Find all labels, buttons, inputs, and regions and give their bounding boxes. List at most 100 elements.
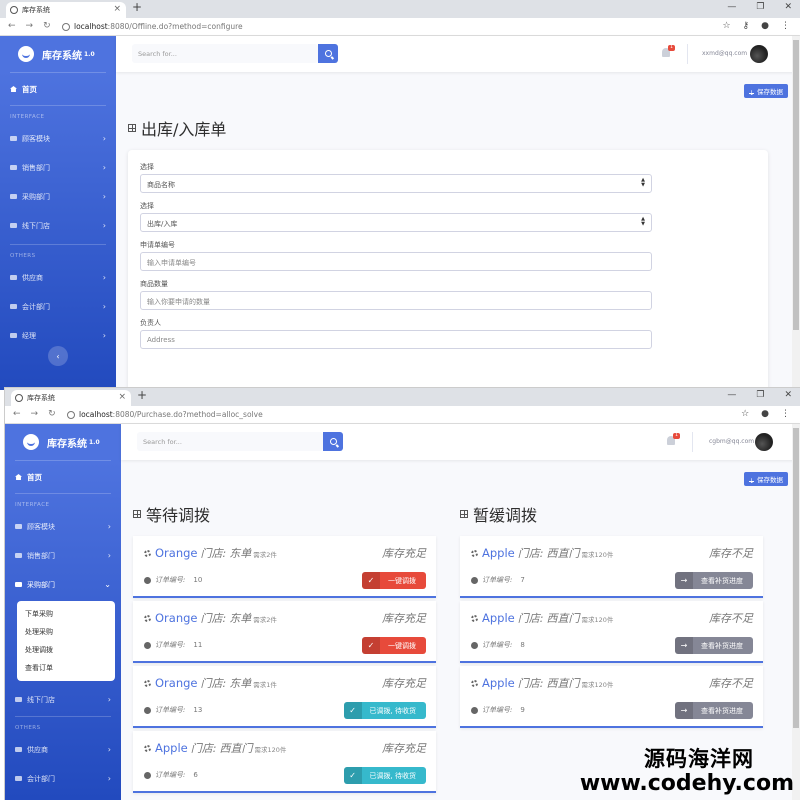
search-button[interactable]	[323, 432, 343, 451]
stock-status: 库存充足	[382, 742, 426, 755]
maximize-icon[interactable]: ❐	[756, 390, 764, 400]
gear-icon	[144, 680, 151, 687]
menu-icon[interactable]: ⋮	[781, 21, 790, 31]
sidebar-item-store[interactable]: 线下门店 ›	[0, 211, 116, 240]
search-input[interactable]: Search for...	[137, 432, 323, 451]
forward-icon[interactable]: →	[26, 21, 34, 31]
star-icon[interactable]: ☆	[741, 409, 749, 419]
one-click-transfer-button[interactable]: ✓ 一键调拨	[362, 637, 426, 654]
submenu-item-place-order[interactable]: 下单采购	[17, 605, 115, 623]
action-label: 查看补货进度	[701, 641, 743, 650]
minimize-icon[interactable]: —	[727, 390, 736, 400]
sidebar-item-sales[interactable]: 销售部门 ›	[0, 153, 116, 182]
brand[interactable]: 库存系统 1.0	[5, 424, 121, 460]
stock-status: 库存充足	[382, 677, 426, 690]
sidebar-item-accounting[interactable]: 会计部门 ›	[5, 764, 121, 793]
store-name: 东单	[229, 612, 252, 625]
sidebar-item-purchase[interactable]: 采购部门 ⌄	[5, 570, 121, 599]
demand-quantity: 需求120件	[254, 746, 287, 754]
avatar[interactable]	[755, 433, 773, 451]
user-email[interactable]: xxmd@qq.com	[702, 50, 747, 57]
new-tab-button[interactable]: +	[132, 0, 142, 14]
close-window-icon[interactable]: ✕	[784, 2, 792, 12]
scrollbar[interactable]	[792, 424, 800, 800]
order-number: 订单编号: 11	[144, 640, 202, 650]
close-window-icon[interactable]: ✕	[784, 390, 792, 400]
account-icon[interactable]: ●	[761, 409, 769, 419]
quantity-input[interactable]: 输入你要申请的数量	[140, 291, 652, 310]
view-restock-progress-button[interactable]: → 查看补货进度	[675, 572, 753, 589]
back-icon[interactable]: ←	[13, 409, 21, 419]
transferred-awaiting-button[interactable]: ✓ 已调拨, 待收货	[343, 702, 426, 719]
url-field[interactable]: localhost:8080/Purchase.do?method=alloc_…	[67, 410, 263, 419]
browser-tab[interactable]: 库存系统 ×	[11, 390, 131, 406]
submenu-item-process-purchase[interactable]: 处理采购	[17, 623, 115, 641]
sidebar-item-home[interactable]: 首页	[0, 73, 116, 105]
account-icon[interactable]: ●	[761, 21, 769, 31]
waiting-transfer-title: 等待调拨	[133, 502, 210, 526]
reload-icon[interactable]: ↻	[43, 21, 51, 31]
search-icon	[324, 50, 332, 57]
check-icon: ✓	[362, 572, 380, 589]
submenu-item-view-orders[interactable]: 查看订单	[17, 659, 115, 677]
order-title: Apple 门店: 西直门 需求120件	[144, 740, 286, 756]
sidebar-item-supplier[interactable]: 供应商 ›	[0, 263, 116, 292]
user-email[interactable]: cgbm@qq.com	[709, 438, 754, 445]
star-icon[interactable]: ☆	[722, 21, 730, 31]
forward-icon[interactable]: →	[31, 409, 39, 419]
brand[interactable]: 库存系统 1.0	[0, 36, 116, 72]
sidebar-home-label: 首页	[27, 472, 42, 482]
order-card: Apple 门店: 西直门 需求120件 库存不足 订单编号: 8 → 查看补货进度	[460, 601, 763, 663]
view-restock-progress-button[interactable]: → 查看补货进度	[675, 637, 753, 654]
browser-window-configure: 库存系统 × + — ❐ ✕ ← → ↻ localhost:8080/Offl…	[0, 0, 800, 390]
bell-icon[interactable]: 1	[667, 433, 680, 445]
view-restock-progress-button[interactable]: → 查看补货进度	[675, 702, 753, 719]
search-button[interactable]	[318, 44, 338, 63]
owner-input[interactable]: Address	[140, 330, 652, 349]
sidebar-item-supplier[interactable]: 供应商 ›	[5, 735, 121, 764]
maximize-icon[interactable]: ❐	[756, 2, 764, 12]
bell-icon[interactable]: 1	[662, 45, 675, 57]
demand-quantity: 需求120件	[581, 616, 614, 624]
form-card: 选择 商品名称 ▲ ▼ 选择 出库/入库 ▲ ▼ 申请单编号 输入申请单编号 商品数量 …	[128, 150, 768, 390]
sidebar-item-purchase[interactable]: 采购部门 ›	[0, 182, 116, 211]
watermark-line1: 源码海洋网	[644, 746, 754, 771]
search-input[interactable]: Search for...	[132, 44, 318, 63]
new-tab-button[interactable]: +	[137, 388, 147, 402]
sidebar-item-store[interactable]: 线下门店 ›	[5, 685, 121, 714]
info-circle-icon	[471, 706, 478, 714]
browser-tab[interactable]: 库存系统 ×	[6, 2, 126, 18]
save-data-button[interactable]: ↓ 保存数据	[744, 472, 788, 486]
transferred-awaiting-button[interactable]: ✓ 已调拨, 待收货	[343, 767, 426, 784]
download-icon: ↓	[749, 476, 755, 485]
scrollbar[interactable]	[792, 36, 800, 390]
minimize-icon[interactable]: —	[727, 2, 736, 12]
request-no-input[interactable]: 输入申请单编号	[140, 252, 652, 271]
avatar[interactable]	[750, 45, 768, 63]
action-label: 已调拨, 待收货	[369, 771, 416, 780]
close-tab-icon[interactable]: ×	[118, 392, 126, 402]
watermark-line2: www.codehy.com	[579, 770, 794, 796]
sidebar-item-sales[interactable]: 销售部门 ›	[5, 541, 121, 570]
key-icon[interactable]: ⚷	[743, 21, 750, 31]
submenu-item-process-transfer[interactable]: 处理调拨	[17, 641, 115, 659]
back-icon[interactable]: ←	[8, 21, 16, 31]
direction-select[interactable]: 出库/入库 ▲ ▼	[140, 213, 652, 232]
sidebar-item-accounting[interactable]: 会计部门 ›	[0, 292, 116, 321]
sidebar-item-customer[interactable]: 顾客模块 ›	[0, 124, 116, 153]
window-controls: — ❐ ✕	[727, 390, 792, 400]
url-field[interactable]: localhost:8080/Offline.do?method=configu…	[62, 22, 243, 31]
chevron-right-icon: ›	[102, 163, 106, 172]
close-tab-icon[interactable]: ×	[113, 4, 121, 14]
menu-icon[interactable]: ⋮	[781, 409, 790, 419]
sidebar-item-manager[interactable]: 经理›	[5, 793, 121, 800]
save-data-button[interactable]: ↓ 保存数据	[744, 84, 788, 98]
sidebar-toggle-button[interactable]: ‹	[48, 346, 68, 366]
product-select[interactable]: 商品名称 ▲ ▼	[140, 174, 652, 193]
one-click-transfer-button[interactable]: ✓ 一键调拨	[362, 572, 426, 589]
browser-window-alloc: 库存系统 × + — ❐ ✕ ← → ↻ localhost:8080/Purc…	[4, 387, 800, 800]
sidebar-home-label: 首页	[22, 84, 37, 94]
reload-icon[interactable]: ↻	[48, 409, 56, 419]
sidebar-item-customer[interactable]: 顾客模块 ›	[5, 512, 121, 541]
sidebar-item-home[interactable]: 首页	[5, 461, 121, 493]
